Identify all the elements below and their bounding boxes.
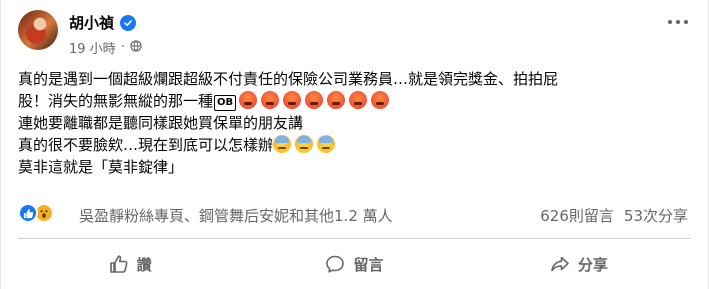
post-text-line: 連她要離職都是聽同樣跟她買保單的朋友講	[18, 114, 304, 132]
post-text-line: 莫非這就是「莫非錠律」	[18, 158, 184, 176]
like-label: 讚	[136, 255, 152, 274]
angry-emoji-group	[239, 91, 393, 110]
angry-face-emoji-icon	[261, 91, 280, 109]
verified-badge-icon	[120, 14, 137, 31]
sweat-face-emoji-icon	[317, 135, 336, 153]
sweat-face-emoji-icon	[273, 135, 292, 153]
reaction-icons[interactable]	[18, 203, 54, 223]
comment-bubble-icon	[325, 254, 345, 274]
dot-icon	[684, 20, 688, 24]
post-text-line: 股！消失的無影無縱的那一種	[18, 92, 214, 110]
post-timestamp[interactable]: 19 小時	[69, 38, 116, 57]
comment-label: 留言	[353, 255, 384, 274]
share-label: 分享	[577, 255, 608, 274]
share-button[interactable]: 分享	[467, 244, 691, 284]
angry-face-emoji-icon	[239, 91, 258, 109]
engagement-counts: 626則留言 53次分享	[540, 205, 688, 226]
like-icon	[18, 203, 38, 223]
angry-face-emoji-icon	[327, 91, 346, 109]
separator-dot: ·	[120, 40, 125, 55]
post-body: 真的是遇到一個超級爛跟超級不付責任的保險公司業務員…就是領完獎金、拍拍屁 股！消…	[18, 68, 698, 178]
action-bar: 讚 留言 分享	[18, 244, 691, 284]
post-header: 胡小禎	[69, 12, 137, 33]
like-button[interactable]: 讚	[18, 244, 242, 284]
author-name[interactable]: 胡小禎	[69, 12, 114, 33]
more-options-button[interactable]	[668, 20, 688, 24]
post-text-line-with-emoji: 股！消失的無影無縱的那一種 OB	[18, 90, 698, 112]
post-card: 胡小禎 19 小時 · 真的是遇到一個超級爛跟超級不付責任的保險公司業務員…就是…	[0, 0, 709, 289]
reaction-summary[interactable]: 吳盈靜粉絲專頁、鋼管舞后安妮和其他1.2 萬人	[79, 205, 393, 226]
angry-face-emoji-icon	[371, 91, 390, 109]
post-text-line-with-emoji: 真的很不要臉欸…現在到底可以怎樣辦	[18, 134, 698, 156]
angry-face-emoji-icon	[283, 91, 302, 109]
comment-button[interactable]: 留言	[242, 244, 466, 284]
post-text-line: 真的是遇到一個超級爛跟超級不付責任的保險公司業務員…就是領完獎金、拍拍屁	[18, 70, 559, 88]
globe-icon[interactable]	[130, 39, 142, 56]
post-text-line: 真的很不要臉欸…現在到底可以怎樣辦	[18, 136, 274, 154]
comment-count[interactable]: 626則留言	[540, 205, 614, 226]
share-count[interactable]: 53次分享	[624, 205, 688, 226]
avatar[interactable]	[18, 10, 58, 50]
share-arrow-icon	[550, 254, 570, 274]
ob-badge: OB	[214, 95, 237, 111]
sweat-emoji-group	[273, 135, 339, 154]
sweat-face-emoji-icon	[295, 135, 314, 153]
divider	[18, 238, 691, 239]
angry-face-emoji-icon	[305, 91, 324, 109]
dot-icon	[676, 20, 680, 24]
post-meta: 19 小時 ·	[69, 38, 142, 57]
dot-icon	[668, 20, 672, 24]
thumbs-up-icon	[109, 254, 129, 274]
angry-face-emoji-icon	[349, 91, 368, 109]
